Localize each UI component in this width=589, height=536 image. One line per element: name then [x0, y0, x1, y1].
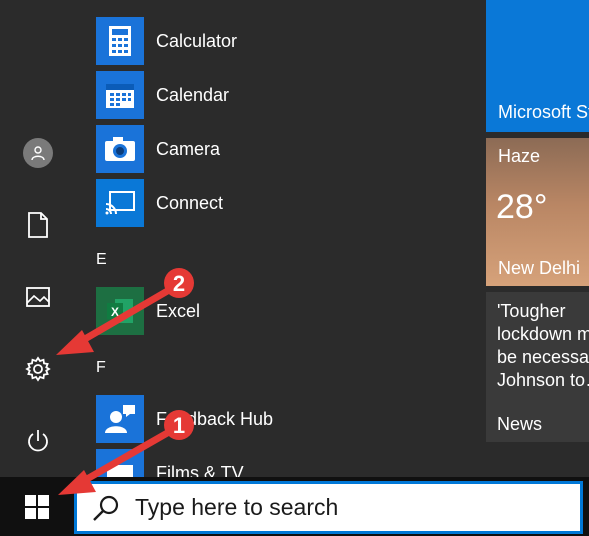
microsoft-store-tile[interactable]: Microsoft Store [486, 0, 589, 132]
gear-icon [25, 356, 51, 382]
app-label: Feedback Hub [156, 408, 274, 429]
news-tile[interactable]: 'Tougher lockdown m be necessar Johnson … [486, 292, 589, 442]
section-letter-f[interactable]: F [96, 359, 106, 377]
taskbar-search-box[interactable]: Type here to search [74, 481, 583, 534]
films-icon [107, 465, 133, 477]
app-list: Calculator Calendar Camera Connect E X E… [76, 0, 476, 477]
user-account-button[interactable] [14, 129, 62, 177]
app-camera[interactable]: Camera [96, 124, 220, 174]
app-label: Connect [156, 192, 224, 213]
power-icon [28, 430, 48, 452]
app-label: Calculator [156, 30, 238, 51]
app-label: Camera [156, 138, 221, 159]
weather-condition: Haze [498, 146, 541, 166]
app-calendar[interactable]: Calendar [96, 70, 229, 120]
power-button[interactable] [14, 417, 62, 465]
document-icon [28, 212, 48, 238]
connect-tile [96, 179, 144, 227]
excel-tile: X [96, 287, 144, 335]
excel-icon: X [107, 299, 133, 323]
tile-label: Microsoft Store [498, 102, 589, 122]
app-connect[interactable]: Connect [96, 178, 223, 228]
app-label: Excel [156, 300, 201, 321]
search-icon [93, 495, 119, 521]
app-films-tv[interactable]: Films & TV [96, 448, 244, 477]
start-button[interactable] [0, 477, 74, 536]
picture-icon [26, 287, 50, 307]
calculator-tile [96, 17, 144, 65]
search-placeholder: Type here to search [135, 494, 339, 520]
calendar-icon [106, 84, 134, 108]
documents-button[interactable] [14, 201, 62, 249]
news-label: News [497, 414, 543, 434]
weather-city: New Delhi [498, 258, 581, 278]
weather-tile[interactable]: Haze 28° New Delhi [486, 138, 589, 286]
weather-temperature: 28° [496, 188, 548, 226]
person-icon [31, 146, 45, 161]
section-letter-e[interactable]: E [96, 251, 107, 269]
app-label: Films & TV [156, 462, 244, 478]
camera-icon [105, 137, 135, 161]
app-calculator[interactable]: Calculator [96, 16, 237, 66]
camera-tile [96, 125, 144, 173]
feedback-tile [96, 395, 144, 443]
connect-icon [105, 191, 135, 215]
news-headline: 'Tougher lockdown m be necessar Johnson … [497, 301, 589, 390]
app-feedback-hub[interactable]: Feedback Hub [96, 394, 273, 444]
films-tile [96, 449, 144, 477]
app-excel[interactable]: X Excel [96, 286, 200, 336]
app-label: Calendar [156, 84, 230, 105]
feedback-icon [105, 405, 135, 433]
pictures-button[interactable] [14, 273, 62, 321]
calendar-tile [96, 71, 144, 119]
avatar [23, 138, 53, 168]
start-menu-rail [0, 0, 76, 477]
calculator-icon [109, 26, 131, 56]
windows-logo-icon [25, 494, 49, 519]
settings-button[interactable] [14, 345, 62, 393]
svg-text:X: X [111, 305, 119, 319]
